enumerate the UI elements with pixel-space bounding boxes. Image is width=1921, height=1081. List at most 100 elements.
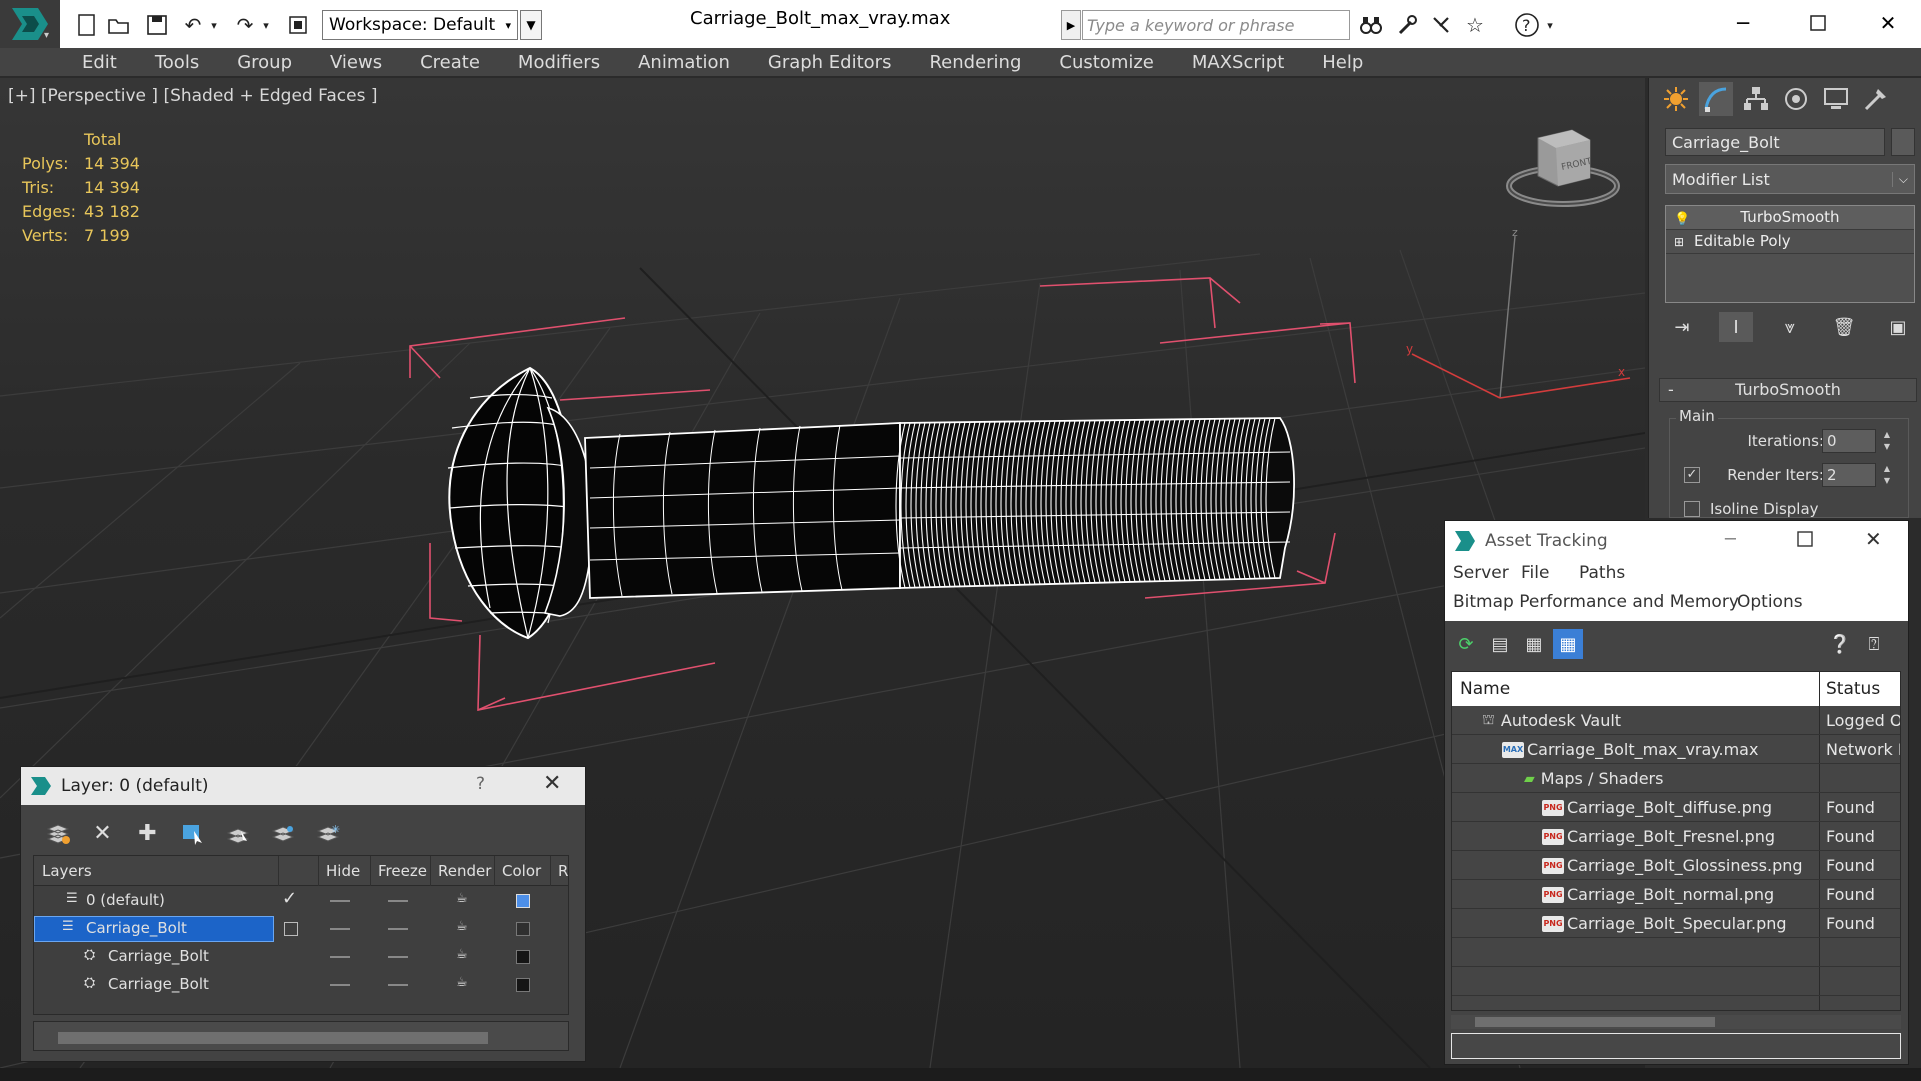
workspace-select[interactable]: Workspace: Default ▾ — [322, 10, 518, 40]
menu-views[interactable]: Views — [330, 52, 382, 73]
add-to-layer-icon[interactable]: ✚ — [125, 817, 170, 849]
create-layer-icon[interactable] — [35, 817, 80, 849]
asset-row[interactable]: MAX Carriage_Bolt_max_vray.max Network F — [1452, 736, 1900, 764]
help-assistant-icon[interactable]: ❔ — [1825, 629, 1855, 659]
menu-customize[interactable]: Customize — [1059, 52, 1153, 73]
help-dropdown-icon[interactable]: ▾ — [1544, 12, 1556, 38]
viewcube[interactable]: FRONT — [1506, 129, 1620, 207]
column-header-status[interactable]: Status — [1826, 679, 1880, 699]
menu-file[interactable]: File — [1521, 563, 1549, 583]
asset-row[interactable]: PNG Carriage_Bolt_Specular.png Found — [1452, 910, 1900, 938]
help-icon[interactable]: ? — [1514, 12, 1540, 38]
pin-stack-icon[interactable]: ⇥ — [1665, 312, 1699, 342]
menu-group[interactable]: Group — [237, 52, 292, 73]
hierarchy-tab-icon[interactable] — [1739, 82, 1773, 116]
carriage-bolt-mesh[interactable] — [447, 366, 1295, 640]
menu-options[interactable]: Options — [1737, 592, 1803, 612]
help-button[interactable]: ? — [476, 774, 485, 794]
utilities-tab-icon[interactable] — [1859, 82, 1893, 116]
render-teapot-icon[interactable]: ☕ — [456, 975, 468, 990]
menu-maxscript[interactable]: MAXScript — [1192, 52, 1284, 73]
app-logo-icon[interactable]: ▾ — [0, 0, 60, 48]
close-icon[interactable]: ✕ — [1863, 6, 1913, 40]
new-file-icon[interactable] — [74, 12, 100, 38]
freeze-toggle[interactable] — [388, 900, 408, 902]
menu-modifiers[interactable]: Modifiers — [518, 52, 600, 73]
object-color-swatch[interactable] — [516, 950, 530, 964]
stack-item-editable-poly[interactable]: ⊞ Editable Poly — [1666, 230, 1914, 254]
column-header-name[interactable]: Name — [1460, 679, 1510, 699]
make-unique-icon[interactable]: ⩔ — [1773, 312, 1807, 342]
freeze-toggle[interactable] — [388, 984, 408, 986]
wrench-icon[interactable] — [1394, 12, 1420, 38]
layer-dialog-titlebar[interactable]: Layer: 0 (default) ? ✕ — [21, 767, 585, 805]
render-teapot-icon[interactable]: ☕ — [456, 947, 468, 962]
hide-toggle[interactable] — [330, 928, 350, 930]
modifier-list-dropdown[interactable]: Modifier List ⌵ — [1665, 164, 1915, 194]
column-header-r[interactable]: R — [558, 862, 568, 880]
modify-tab-icon[interactable] — [1699, 82, 1733, 116]
refresh-icon[interactable]: ⟳ — [1451, 629, 1481, 659]
project-folder-icon[interactable] — [286, 12, 312, 38]
favorites-star-icon[interactable]: ☆ — [1462, 12, 1488, 38]
layer-row-carriage-bolt[interactable]: ⊟ ☰ Carriage_Bolt ☕ — [34, 915, 568, 943]
set-current-layer-toggle[interactable] — [284, 922, 298, 936]
hide-toggle[interactable] — [330, 956, 350, 958]
layer-object-row[interactable]: ⛭ Carriage_Bolt ☕ — [34, 971, 568, 999]
menu-server[interactable]: Server — [1453, 563, 1509, 583]
turbosmooth-rollout-header[interactable]: - TurboSmooth — [1659, 378, 1917, 402]
column-header-hide[interactable]: Hide — [326, 862, 360, 880]
spinner-arrows-icon[interactable]: ▲ ▼ — [1880, 463, 1894, 487]
spinner-arrows-icon[interactable]: ▲ ▼ — [1880, 429, 1894, 453]
highlight-layer-icon[interactable] — [215, 817, 260, 849]
render-iters-spinner[interactable]: 2 — [1822, 463, 1876, 487]
search-expand-button[interactable]: ▶ — [1061, 10, 1081, 40]
binoculars-icon[interactable] — [1358, 12, 1384, 38]
display-tab-icon[interactable] — [1819, 82, 1853, 116]
object-name-field[interactable] — [1665, 128, 1885, 156]
layer-color-swatch[interactable] — [516, 922, 530, 936]
list-view-icon[interactable]: ▤ — [1485, 629, 1515, 659]
iterations-spinner[interactable]: 0 — [1822, 429, 1876, 453]
minimize-icon[interactable]: ─ — [1725, 529, 1736, 550]
communication-center-icon[interactable] — [1428, 12, 1454, 38]
redo-icon[interactable]: ↷ — [232, 12, 258, 38]
menu-help[interactable]: Help — [1322, 52, 1363, 73]
hide-toggle[interactable] — [330, 900, 350, 902]
thumbnail-view-icon[interactable]: ▦ — [1519, 629, 1549, 659]
asset-row[interactable]: PNG Carriage_Bolt_Glossiness.png Found — [1452, 852, 1900, 880]
layer-object-row[interactable]: ⛭ Carriage_Bolt ☕ — [34, 943, 568, 971]
maximize-icon[interactable] — [1797, 531, 1813, 551]
show-end-result-icon[interactable]: Ⅰ — [1719, 312, 1753, 342]
column-header-freeze[interactable]: Freeze — [378, 862, 427, 880]
freeze-toggle[interactable] — [388, 928, 408, 930]
search-input[interactable] — [1082, 10, 1350, 40]
asset-row[interactable]: ▰ Maps / Shaders — [1452, 765, 1900, 793]
motion-tab-icon[interactable] — [1779, 82, 1813, 116]
help-icon[interactable]: ⍰ — [1859, 629, 1889, 659]
scrollbar-thumb[interactable] — [1475, 1017, 1715, 1027]
current-layer-check-icon[interactable]: ✓ — [282, 888, 297, 909]
column-header-color[interactable]: Color — [502, 862, 541, 880]
layer-row-default[interactable]: ☰ 0 (default) ✓ ☕ — [34, 887, 568, 915]
redo-dropdown-icon[interactable]: ▾ — [260, 12, 272, 38]
isoline-checkbox[interactable] — [1684, 501, 1700, 517]
menu-create[interactable]: Create — [420, 52, 480, 73]
hide-all-layers-icon[interactable] — [260, 817, 305, 849]
table-view-icon[interactable]: ▦ — [1553, 629, 1583, 659]
asset-row[interactable]: PNG Carriage_Bolt_Fresnel.png Found — [1452, 823, 1900, 851]
lightbulb-icon[interactable]: 💡 — [1674, 209, 1690, 231]
layer-color-swatch[interactable] — [516, 894, 530, 908]
menu-bitmap-performance[interactable]: Bitmap Performance and Memory — [1453, 592, 1739, 612]
create-tab-icon[interactable] — [1659, 82, 1693, 116]
object-color-swatch[interactable] — [516, 978, 530, 992]
expand-plus-icon[interactable]: ⊞ — [1674, 231, 1684, 253]
delete-layer-icon[interactable]: ✕ — [80, 817, 125, 849]
menu-graph-editors[interactable]: Graph Editors — [768, 52, 892, 73]
column-header-layers[interactable]: Layers — [42, 862, 92, 880]
render-teapot-icon[interactable]: ☕ — [456, 891, 468, 906]
menu-tools[interactable]: Tools — [155, 52, 199, 73]
open-file-icon[interactable] — [106, 12, 132, 38]
configure-modifier-sets-icon[interactable]: ▣ — [1881, 312, 1915, 342]
undo-icon[interactable]: ↶ — [180, 12, 206, 38]
